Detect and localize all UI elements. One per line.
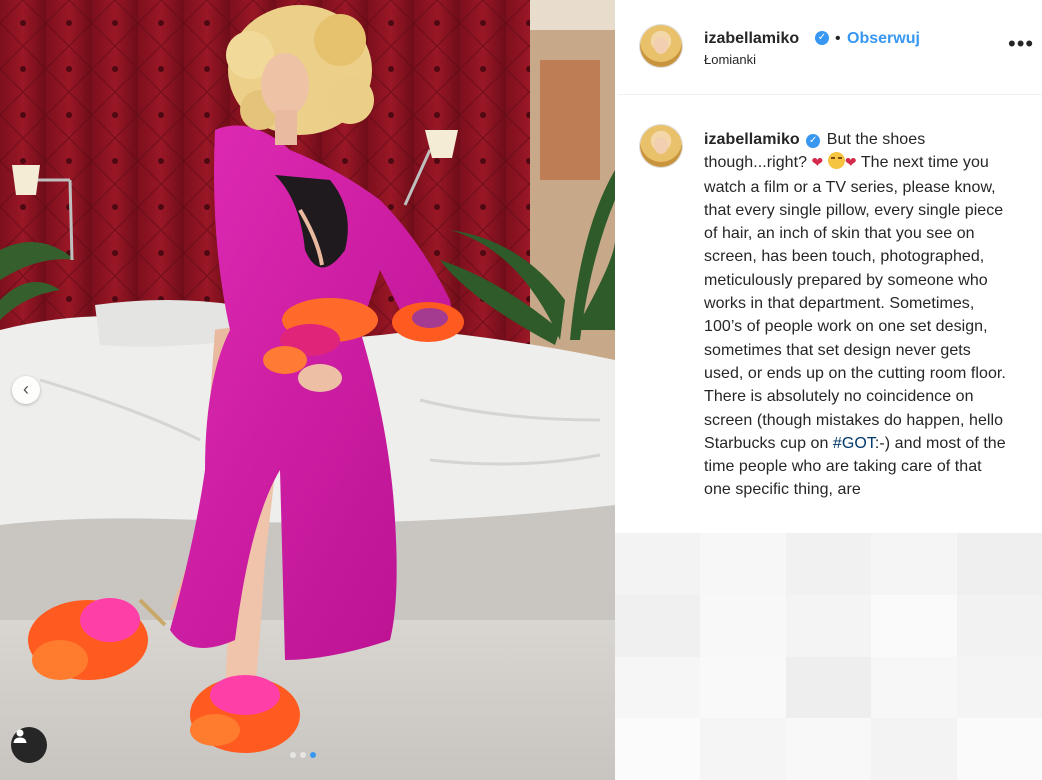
pixel-cell <box>785 594 872 657</box>
person-icon <box>13 729 27 743</box>
caption-username[interactable]: izabellamiko <box>704 131 800 148</box>
tagged-users-button[interactable] <box>11 727 47 763</box>
pixel-cell <box>956 718 1042 780</box>
carousel-dots <box>290 752 316 758</box>
carousel-dot <box>290 752 296 758</box>
pixel-cell <box>700 594 786 657</box>
pixel-cell <box>871 533 957 595</box>
post-caption: izabellamiko ✓ But the shoes though...ri… <box>704 128 1009 502</box>
pixel-cell <box>871 656 957 719</box>
carousel-dot <box>300 752 306 758</box>
pixel-cell <box>615 718 701 780</box>
pixel-cell <box>615 594 701 657</box>
more-options-icon[interactable]: ••• <box>1008 33 1034 55</box>
pixel-cell <box>956 656 1042 719</box>
caption-text: The next time you watch a film or a TV s… <box>704 154 1006 452</box>
pixel-cell <box>785 656 872 719</box>
pixelated-overlay <box>615 533 1042 780</box>
chevron-left-icon: ‹ <box>23 379 29 399</box>
pixel-cell <box>785 718 872 780</box>
post-header: izabellamiko ✓ • Obserwuj Łomianki ••• <box>618 0 1042 95</box>
caption-avatar[interactable] <box>640 125 682 167</box>
pixel-cell <box>615 656 701 719</box>
hashtag-link[interactable]: #GOT <box>833 435 875 452</box>
pixel-cell <box>700 656 786 719</box>
pixel-cell <box>956 594 1042 657</box>
pixel-cell <box>871 594 957 657</box>
verified-badge-icon: ✓ <box>806 134 821 148</box>
carousel-dot-active <box>310 752 316 758</box>
location-link[interactable]: Łomianki <box>704 52 756 67</box>
pixel-cell <box>700 533 786 595</box>
pixel-cell <box>871 718 957 780</box>
pixel-cell <box>956 533 1042 595</box>
follow-button[interactable]: Obserwuj <box>847 30 920 48</box>
verified-badge-icon: ✓ <box>815 31 829 45</box>
pixel-cell <box>615 533 701 595</box>
pixel-cell <box>785 533 872 595</box>
username-link[interactable]: izabellamiko <box>704 30 799 48</box>
heart-emoji-icon: ❤ <box>844 155 857 172</box>
separator-dot: • <box>835 30 841 47</box>
avatar[interactable] <box>640 25 682 67</box>
pixel-cell <box>700 718 786 780</box>
previous-slide-button[interactable]: ‹ <box>12 376 40 404</box>
heart-emoji-icon: ❤ <box>811 155 824 172</box>
photo-illustration <box>0 0 615 780</box>
post-photo[interactable]: ‹ <box>0 0 615 780</box>
laughing-face-emoji-icon <box>827 152 845 170</box>
